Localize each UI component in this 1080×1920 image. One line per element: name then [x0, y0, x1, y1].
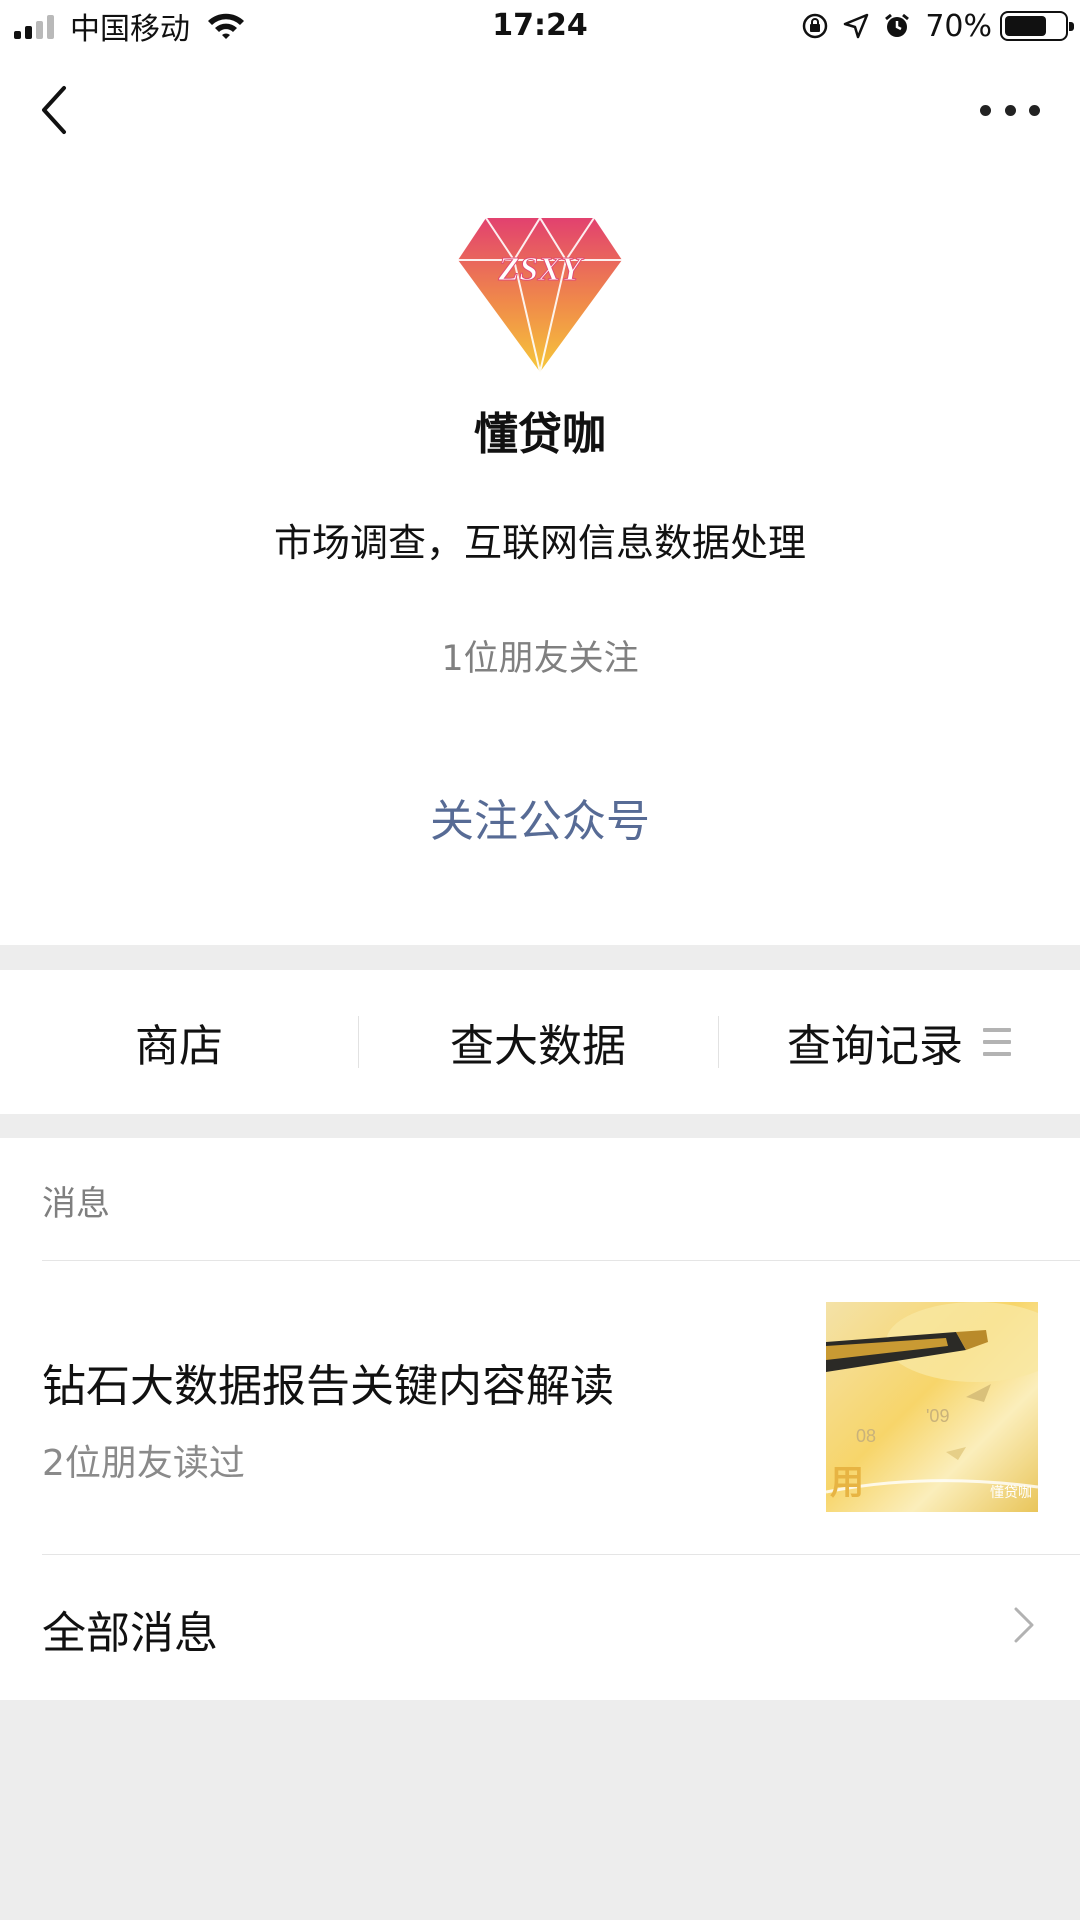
- chevron-left-icon[interactable]: [34, 82, 78, 138]
- menu-divider: [718, 1016, 719, 1068]
- screen: 中国移动 17:24 70% ZSXY 懂贷咖 市场调查，互联网信息数据处理 1…: [0, 0, 1080, 1920]
- article-read-count: 2位朋友读过: [42, 1443, 245, 1484]
- messages-section: 消息 钻石大数据报告关键内容解读 2位朋友读过 08 '09 用 懂贷咖 全部消…: [0, 1138, 1080, 1700]
- section-label: 消息: [42, 1184, 110, 1224]
- menu-item-shop[interactable]: 商店: [0, 970, 358, 1114]
- more-dots-icon[interactable]: [980, 96, 1040, 124]
- article-thumbnail[interactable]: 08 '09 用 懂贷咖: [826, 1302, 1038, 1512]
- battery-icon: [1000, 11, 1074, 41]
- alarm-icon: [885, 13, 910, 37]
- menu-item-label: 商店: [135, 1021, 223, 1072]
- account-description: 市场调查，互联网信息数据处理: [273, 521, 806, 565]
- menu-divider: [358, 1016, 359, 1068]
- svg-text:'09: '09: [926, 1406, 949, 1426]
- all-messages-row[interactable]: 全部消息: [0, 1551, 1080, 1697]
- article-title[interactable]: 钻石大数据报告关键内容解读: [42, 1350, 614, 1414]
- menu-item-label: 查大数据: [450, 1021, 626, 1072]
- svg-text:ZSXY: ZSXY: [497, 251, 584, 288]
- divider: [42, 1260, 1080, 1261]
- battery-percent: 70%: [925, 8, 992, 44]
- account-profile: ZSXY 懂贷咖 市场调查，互联网信息数据处理 1位朋友关注 关注公众号: [0, 52, 1080, 945]
- follow-account-button[interactable]: 关注公众号: [340, 782, 740, 862]
- account-menu: 商店 查大数据 查询记录: [0, 970, 1080, 1114]
- all-messages-label: 全部消息: [42, 1608, 218, 1659]
- diamond-logo: ZSXY: [458, 218, 622, 372]
- status-bar: 中国移动 17:24 70%: [0, 0, 1080, 52]
- list-icon: [983, 1028, 1011, 1056]
- svg-text:08: 08: [856, 1426, 876, 1446]
- chevron-right-icon: [1014, 1607, 1034, 1643]
- location-icon: [844, 13, 869, 39]
- account-name: 懂贷咖: [474, 409, 606, 460]
- orientation-lock-icon: [803, 13, 828, 39]
- menu-item-query-history[interactable]: 查询记录: [718, 970, 1080, 1114]
- menu-item-label: 查询记录: [787, 1021, 963, 1072]
- menu-item-big-data[interactable]: 查大数据: [358, 970, 718, 1114]
- thumbnail-watermark: 懂贷咖: [990, 1485, 1032, 1501]
- thumbnail-label: 用: [830, 1463, 864, 1503]
- friends-following-count: 1位朋友关注: [441, 639, 639, 679]
